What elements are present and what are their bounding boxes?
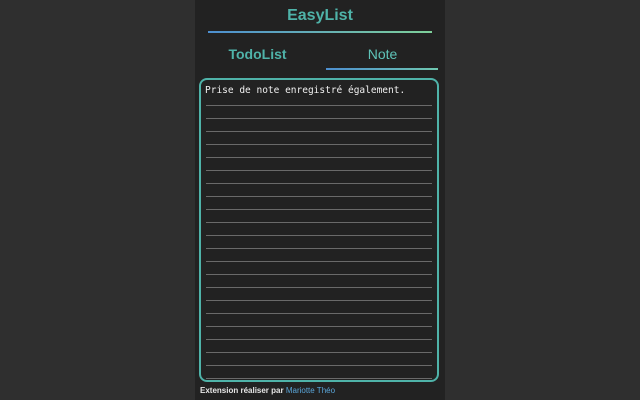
note-content: Prise de note enregistré également. xyxy=(205,84,433,97)
active-tab-indicator xyxy=(326,68,438,70)
footer-label: Extension réaliser par xyxy=(200,386,284,395)
author-link[interactable]: Mariotte Théo xyxy=(286,386,335,395)
ruled-lines xyxy=(206,80,432,380)
app-title: EasyList xyxy=(287,7,353,24)
title-underline xyxy=(208,31,432,33)
tab-todolist[interactable]: TodoList xyxy=(195,44,320,64)
footer: Extension réaliser par Mariotte Théo xyxy=(200,386,335,396)
note-textarea[interactable]: Prise de note enregistré également. xyxy=(199,78,439,382)
tab-note[interactable]: Note xyxy=(320,44,445,64)
extension-popup: EasyList TodoList Note Prise de note enr… xyxy=(195,0,445,400)
